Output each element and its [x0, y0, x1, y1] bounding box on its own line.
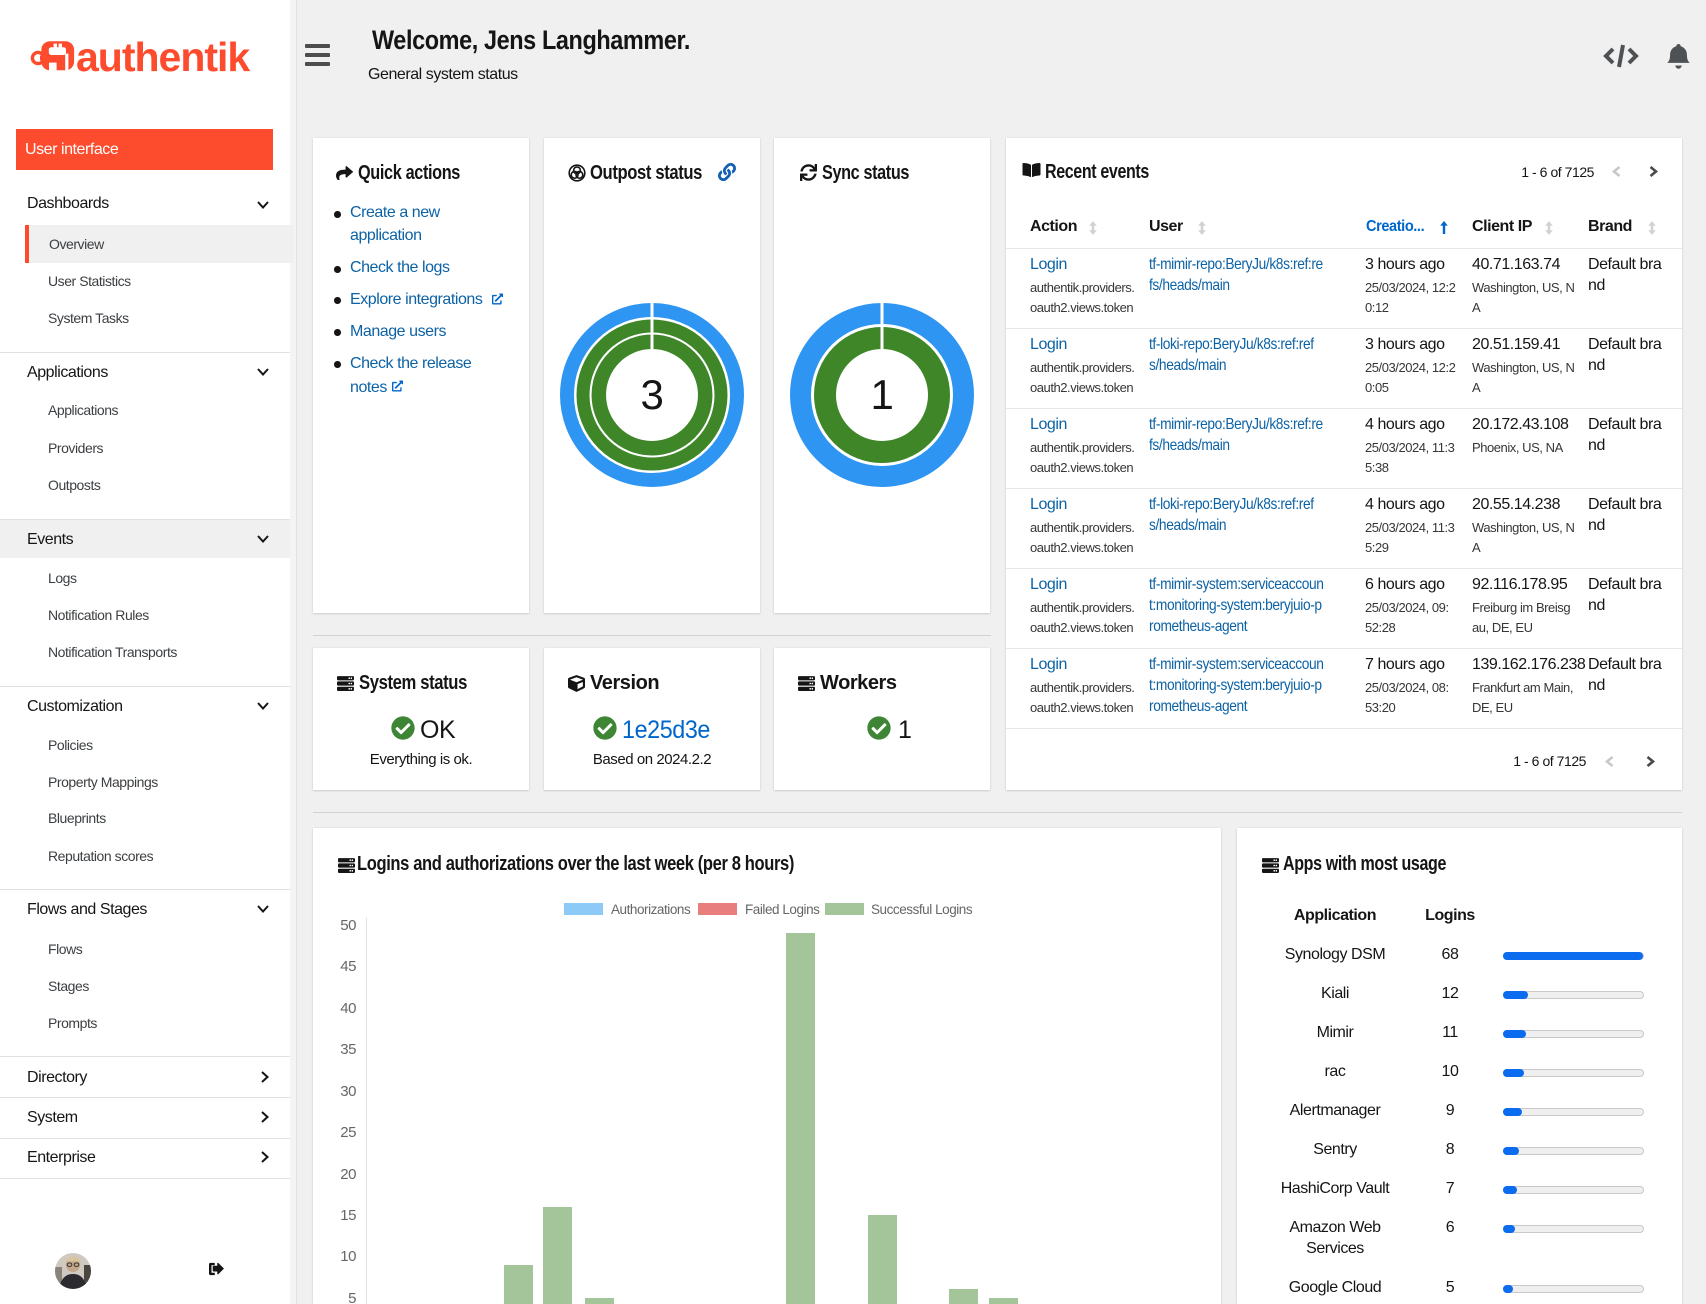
- svg-text:authentik: authentik: [76, 34, 250, 80]
